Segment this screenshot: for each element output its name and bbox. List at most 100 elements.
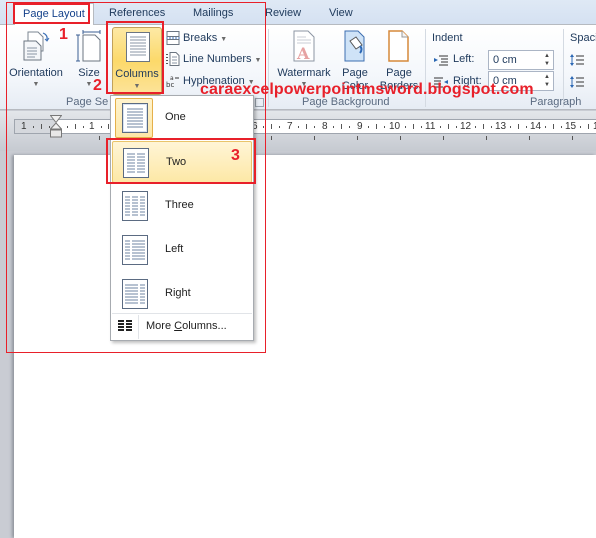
ruler-number: 15 [565,121,577,132]
ruler-tick [545,126,546,128]
size-icon [76,30,101,62]
breaks-label: Breaks [183,32,218,44]
ruler-tick [279,126,280,128]
indent-label: Indent [432,32,463,44]
ruler-tick [588,124,589,129]
three-columns-icon [122,191,148,221]
line-numbers-button[interactable]: Line Numbers ▼ [166,49,261,69]
dropdown-arrow-icon: ▼ [220,36,228,43]
tab-page-layout[interactable]: Page Layout [14,3,94,26]
columns-option-label: Two [166,156,187,168]
columns-option-one[interactable]: One [112,97,252,139]
tab-mailings[interactable]: Mailings [185,3,241,25]
indent-left-value: 0 cm [493,54,517,66]
ruler-number: 11 [425,121,436,132]
dropdown-arrow-icon: ▼ [133,83,141,90]
ruler-tick [376,124,377,129]
orientation-label: Orientation [9,67,63,79]
ruler-tick [448,124,449,129]
ruler-tick [421,126,422,128]
ruler-tick [440,126,441,128]
menu-separator [112,313,252,314]
ruler-number: 7 [287,121,293,132]
columns-option-label: One [165,111,186,123]
ruler-tick [306,124,307,129]
spacing-label: Spaci [570,32,596,44]
page-color-icon [344,30,365,62]
dropdown-arrow-icon: ▼ [254,57,262,64]
ruler-number: 13 [495,121,507,132]
more-columns-option[interactable]: More Columns... [112,315,252,339]
ruler-tick [75,124,76,129]
ribbon-tab-bar: Page Layout References Mailings Review V… [0,0,596,26]
dialog-launcher-icon[interactable] [255,98,264,107]
more-columns-accelerator: C [174,320,183,332]
indent-left-input[interactable]: 0 cm ▲ ▼ [488,50,554,70]
svg-text:bc: bc [166,81,174,88]
ruler-number: 10 [389,121,401,132]
ruler-tick [349,126,350,128]
ruler-tick [456,126,457,128]
ruler-tick [510,126,511,128]
blog-watermark-text: caraexcelpowerpointmsword.blogspot.com [200,81,534,98]
ruler-tick [483,124,484,129]
tab-references[interactable]: References [101,3,173,25]
annotation-step-2: 2 [93,77,102,94]
tab-stop-mark [99,136,100,140]
ruler-tick [83,126,84,128]
columns-icon [126,32,150,62]
ruler-tick [491,126,492,128]
horizontal-ruler[interactable]: 1 1 6 7 8 9 10 11 12 13 14 15 1 [14,119,596,134]
tab-stop-mark [271,136,272,140]
ruler-tick [580,126,581,128]
orientation-icon [23,31,50,61]
tab-review[interactable]: Review [257,3,309,25]
document-page[interactable] [14,155,596,538]
ruler-number: 9 [357,121,363,132]
ruler-tick [384,126,385,128]
columns-option-right[interactable]: Right [112,273,252,315]
spacing-after-icon [570,76,584,88]
ruler-tick [553,124,554,129]
dropdown-arrow-icon: ▼ [32,81,40,88]
columns-option-label: Left [165,243,184,255]
ruler-tick [271,124,272,129]
columns-option-label: Right [165,287,191,299]
ruler-number: 8 [322,121,328,132]
columns-button[interactable]: Columns ▼ [112,27,162,95]
breaks-button[interactable]: Breaks ▼ [166,28,227,48]
line-numbers-icon [166,52,180,67]
columns-option-label: Three [165,199,194,211]
spinner-arrows-icon[interactable]: ▲ ▼ [544,73,550,89]
more-columns-label: More Columns... [146,320,227,332]
watermark-icon: A [293,30,315,63]
annotation-step-3: 3 [231,147,240,164]
columns-option-three[interactable]: Three [112,185,252,227]
ruler-tick [263,126,264,128]
ruler-tick [333,126,334,128]
ruler-number: 1 [21,121,27,132]
ruler-area: 1 1 6 7 8 9 10 11 12 13 14 15 1 [0,111,596,151]
tab-view[interactable]: View [321,3,361,25]
ruler-tick [41,124,42,129]
columns-option-left[interactable]: Left [112,229,252,271]
ruler-tick [526,126,527,128]
spinner-arrows-icon[interactable]: ▲ ▼ [544,52,550,68]
annotation-step-1: 1 [59,26,68,43]
more-columns-suffix: olumns... [182,320,227,332]
indent-marker-handle[interactable] [50,115,62,139]
breaks-icon [166,31,180,46]
watermark-label: Watermark [277,67,331,79]
ruler-tick [405,126,406,128]
watermark-button[interactable]: A Watermark ▼ [272,27,336,89]
page-setup-group-label: Page Se [66,96,109,108]
menu-icon-separator [138,315,139,339]
line-numbers-label: Line Numbers [183,53,252,65]
ruler-tick [108,124,109,129]
ruler-tick [518,124,519,129]
page-borders-label-1: Page [386,67,412,79]
indent-left-icon [434,55,448,66]
ruler-tick [475,126,476,128]
two-columns-icon [123,148,149,178]
svg-text:A: A [296,44,310,63]
